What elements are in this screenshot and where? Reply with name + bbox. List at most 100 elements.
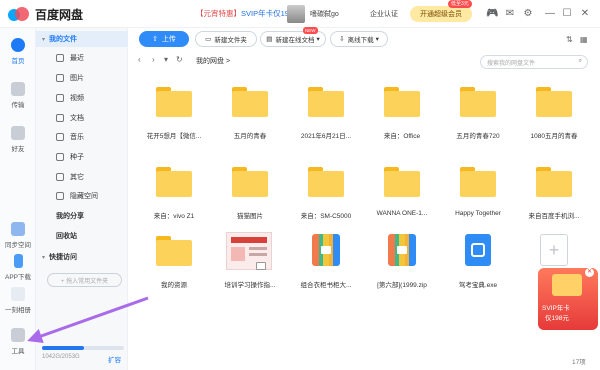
rail-item-sync[interactable]: 同步空间 [0,222,36,249]
maximize-icon[interactable]: ☐ [561,8,573,20]
sidebar-item-music[interactable]: 音乐 [36,129,128,145]
sidebar-item-my-share[interactable]: 我的分享 [36,208,128,224]
upload-button[interactable]: ⇧ 上传 [139,31,189,47]
video-icon [56,94,64,102]
dropdown-icon[interactable]: ▾ [164,55,168,64]
search-icon[interactable]: ⌕ [579,58,582,65]
file-item[interactable]: WANNA ONE-1... [366,163,438,223]
file-item[interactable]: 组合衣柜书柜大... [290,232,362,292]
file-item[interactable]: [第六部](1999.zip [366,232,438,292]
zip-icon [312,234,340,266]
app-logo: 百度网盘 [8,5,118,23]
search-input[interactable]: 搜索我的网盘文件 ⌕ [480,55,588,69]
image-icon [56,74,64,82]
game-icon[interactable]: 🎮 [486,8,498,20]
sync-icon [11,222,25,236]
sidebar-item-my-files[interactable]: ▾ 我的文件 [36,31,128,47]
close-icon[interactable]: ✕ [579,8,591,20]
chevron-down-icon: ▾ [42,254,46,261]
folder-icon [308,167,344,197]
sidebar-item-recent[interactable]: 最近 [36,50,128,66]
vip-button[interactable]: 开通超级会员 [410,6,472,22]
file-item[interactable]: 培训学习操作指... [214,232,286,292]
file-item[interactable]: 我的资源 [138,232,210,292]
file-item[interactable]: 五月的青春 [214,83,286,143]
search-placeholder: 搜索我的网盘文件 [487,60,536,67]
file-item[interactable]: 1080五月的青春 [518,83,590,143]
rail-item-transfer[interactable]: 传输 [0,82,36,109]
sort-icon[interactable]: ⇅ [566,35,573,44]
enterprise-verify-link[interactable]: 企业认证 [370,9,398,19]
rail-item-app-download[interactable]: APP下载 [0,254,36,281]
sidebar-item-hidden-space[interactable]: 隐藏空间 [36,188,128,204]
file-item[interactable]: 2021年6月21日... [290,83,362,143]
rail-label: 工具 [11,348,25,355]
add-quick-access-button[interactable]: + 拖入常用文件夹 [47,273,122,287]
forward-icon[interactable]: › [152,55,155,64]
file-item[interactable]: 五月的青春720 [442,83,514,143]
mail-icon[interactable]: ✉ [504,8,516,20]
rail-item-tools[interactable]: 工具 [0,328,36,355]
file-name: 五月的青春720 [456,133,500,140]
new-folder-label: 新建文件夹 [214,37,247,44]
sidebar-item-documents[interactable]: 文档 [36,110,128,126]
file-name: 猫猫图片 [237,213,263,220]
offline-download-button[interactable]: ⇩ 离线下载 ▾ [330,31,388,47]
file-name: [第六部](1999.zip [377,282,427,289]
file-item[interactable]: 猫猫图片 [214,163,286,223]
rail-label: 首页 [11,58,25,65]
file-name: 组合衣柜书柜大... [300,282,352,289]
folder-plus-icon: ▭ [205,36,212,43]
phone-icon [13,254,23,268]
minimize-icon[interactable]: — [544,8,556,20]
rail-item-friends[interactable]: 好友 [0,126,36,153]
file-item[interactable]: 花开5想月【微信... [138,83,210,143]
sidebar-item-images[interactable]: 图片 [36,70,128,86]
zip-icon [388,234,416,266]
settings-icon[interactable]: ⚙ [522,8,534,20]
lock-icon [56,192,64,200]
title-bar: 百度网盘 【元宵特惠】SVIP年卡仅198元 嗜碳弑go 企业认证 开通超级会员… [0,0,600,28]
document-icon [56,114,64,122]
rail-item-home[interactable]: 首页 [0,38,36,65]
back-icon[interactable]: ‹ [138,55,141,64]
close-icon[interactable]: ✕ [585,268,594,277]
file-name: 我的资源 [161,282,187,289]
vip-badge: 低至3元 [448,0,472,8]
sidebar-item-quick-access[interactable]: ▾ 快捷访问 [36,249,128,265]
file-name: 来自百度手机浏... [528,213,580,220]
file-item[interactable]: 来自：SM-C5000 [290,163,362,223]
chevron-down-icon: ▾ [375,36,379,43]
file-name: 花开5想月【微信... [146,133,202,140]
sidebar-item-label: 视频 [70,95,84,102]
new-folder-button[interactable]: ▭ 新建文件夹 [195,31,257,47]
file-item[interactable]: 驾考宝典.exe [442,232,514,292]
grid-view-icon[interactable]: ▦ [580,35,588,44]
username[interactable]: 嗜碳弑go [310,9,339,19]
refresh-icon[interactable]: ↻ [176,55,183,64]
promo-card-line2: 仅198元 [545,315,569,322]
promo-card-line1: SVIP年卡 [542,305,570,312]
file-item[interactable]: 来自百度手机浏... [518,163,590,223]
tools-icon [11,328,25,342]
baidu-cloud-logo-icon [8,7,30,21]
avatar[interactable] [287,5,305,23]
offline-download-label: 离线下载 [347,37,374,44]
promo-card[interactable]: SVIP年卡 仅198元 [538,268,598,330]
rail-item-album[interactable]: 一刻相册 [0,287,36,314]
file-name: 来自：vivo Z1 [153,213,195,220]
file-item[interactable]: 来自：Office [366,83,438,143]
breadcrumb[interactable]: 我的网盘 > [196,56,230,66]
sidebar-item-other[interactable]: 其它 [36,169,128,185]
download-icon: ⇩ [339,36,345,43]
file-item[interactable]: 来自：vivo Z1 [138,163,210,223]
expand-storage-link[interactable]: 扩容 [108,354,121,364]
promo-banner[interactable]: 【元宵特惠】SVIP年卡仅198元 [196,8,301,19]
sidebar-item-label: 最近 [70,55,84,62]
sidebar-item-recycle-bin[interactable]: 回收站 [36,228,128,244]
sidebar-item-videos[interactable]: 视频 [36,90,128,106]
sidebar-item-label: 文档 [70,115,84,122]
sidebar-item-label: 我的文件 [49,36,78,43]
sidebar-item-torrents[interactable]: 种子 [36,149,128,165]
file-item[interactable]: Happy Together [442,163,514,223]
